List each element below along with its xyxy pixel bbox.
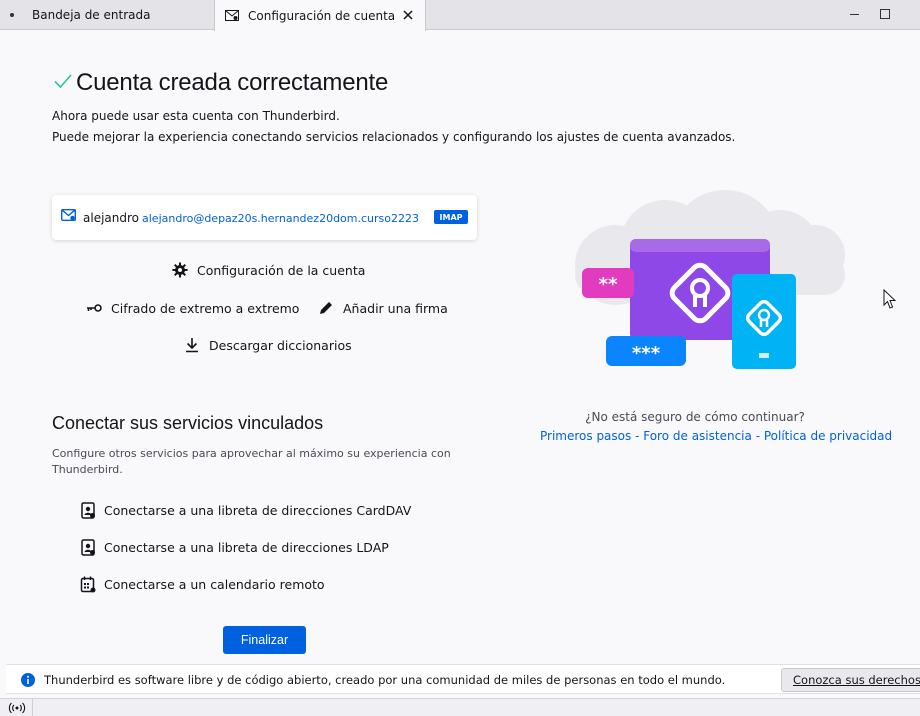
action-label: Añadir una firma — [343, 300, 448, 316]
info-icon — [21, 673, 35, 687]
password-mask-short: ** — [599, 274, 618, 295]
intro-text: Ahora puede usar esta cuenta con Thunder… — [52, 109, 340, 123]
link-separator: - — [631, 429, 644, 443]
intro-text-2: Puede mejorar la experiencia conectando … — [52, 130, 736, 144]
status-divider — [32, 699, 33, 716]
action-label: Cifrado de extremo a extremo — [111, 300, 300, 316]
service-label: Conectarse a una libreta de direcciones … — [104, 540, 389, 555]
section-title: Conectar sus servicios vinculados — [52, 413, 324, 433]
finish-button[interactable]: Finalizar — [223, 626, 306, 654]
add-signature-link[interactable]: Añadir una firma — [318, 300, 448, 316]
service-label: Conectarse a un calendario remoto — [104, 577, 325, 592]
link-separator: - — [751, 429, 764, 443]
inbox-dot-icon — [10, 13, 14, 17]
notification-text: Thunderbird es software libre y de códig… — [44, 673, 726, 687]
action-label: Descargar diccionarios — [209, 337, 352, 353]
account-settings-icon — [225, 10, 239, 21]
know-your-rights-button[interactable]: Conozca sus derechos... — [781, 668, 920, 692]
support-forum-link[interactable]: Foro de asistencia — [643, 429, 752, 443]
calendar-icon — [80, 576, 96, 593]
key-icon — [87, 304, 102, 312]
section-description: Configure otros servicios para aprovecha… — [52, 447, 451, 476]
notification-bar: Thunderbird es software libre y de códig… — [6, 664, 920, 694]
close-icon[interactable] — [401, 8, 415, 22]
account-email: alejandro@depaz20s.hernandez20dom.curso2… — [142, 212, 419, 225]
online-status-icon[interactable] — [8, 702, 26, 714]
download-dictionaries-link[interactable]: Descargar diccionarios — [184, 337, 352, 353]
service-label: Conectarse a una libreta de direcciones … — [104, 503, 412, 518]
address-book-ldap-icon — [81, 539, 95, 556]
connect-ldap-link[interactable]: Conectarse a una libreta de direcciones … — [80, 539, 389, 556]
tab-account-settings[interactable]: Configuración de cuenta — [214, 0, 426, 31]
page-title: Cuenta creada correctamente — [76, 69, 389, 96]
tab-label: Configuración de cuenta — [248, 8, 396, 23]
action-label: Configuración de la cuenta — [197, 262, 366, 278]
help-links: Primeros pasos - Foro de asistencia - Po… — [540, 429, 892, 443]
mail-account-icon — [61, 209, 76, 221]
tab-bar: Bandeja de entrada Configuración de cuen… — [0, 0, 920, 31]
account-settings-link[interactable]: Configuración de la cuenta — [172, 262, 365, 278]
button-label: Conozca sus derechos... — [793, 673, 920, 687]
pen-icon — [320, 302, 332, 314]
account-card[interactable]: alejandro alejandro@depaz20s.hernandez20… — [52, 195, 477, 240]
address-book-carddav-icon — [81, 502, 95, 519]
getting-started-link[interactable]: Primeros pasos — [540, 429, 631, 443]
help-question: ¿No está seguro de cómo continuar? — [585, 410, 805, 424]
password-mask-long: *** — [632, 343, 661, 364]
account-security-illustration: ** *** — [575, 190, 845, 369]
maximize-icon[interactable] — [880, 9, 890, 19]
download-icon — [186, 338, 198, 353]
privacy-policy-link[interactable]: Política de privacidad — [764, 429, 892, 443]
mouse-cursor-icon — [883, 289, 897, 309]
account-name: alejandro — [83, 211, 139, 225]
connect-carddav-link[interactable]: Conectarse a una libreta de direcciones … — [80, 502, 411, 519]
minimize-icon[interactable] — [850, 14, 859, 15]
tab-inbox[interactable]: Bandeja de entrada — [0, 0, 214, 30]
check-icon — [54, 74, 72, 89]
tab-label: Bandeja de entrada — [32, 8, 151, 22]
status-bar — [0, 698, 920, 716]
protocol-badge: IMAP — [434, 210, 468, 224]
gear-icon — [172, 262, 188, 278]
end-to-end-encryption-link[interactable]: Cifrado de extremo a extremo — [86, 300, 299, 316]
connect-calendar-link[interactable]: Conectarse a un calendario remoto — [80, 576, 325, 593]
